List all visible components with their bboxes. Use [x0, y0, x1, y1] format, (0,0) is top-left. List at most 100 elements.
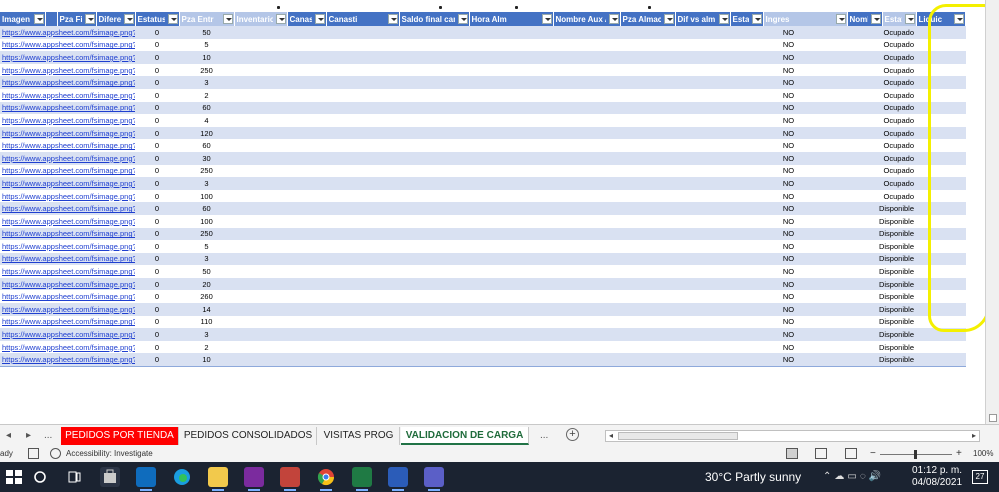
nombre-aux-alm-cell[interactable] — [469, 202, 553, 215]
chrome-icon[interactable] — [316, 467, 336, 491]
canastilla-cell[interactable] — [234, 265, 287, 278]
macro-record-icon[interactable] — [28, 448, 39, 459]
canastilla2-cell[interactable] — [287, 38, 326, 52]
page-layout-icon[interactable] — [815, 448, 827, 459]
pza-entr-cell[interactable]: 0 — [135, 202, 179, 215]
col-header-ingres[interactable]: Ingres — [763, 12, 848, 26]
saldo-final-cell[interactable] — [326, 214, 399, 228]
image-link-cell[interactable]: https://www.appsheet.com/fsimage.png?tab… — [0, 328, 135, 341]
estatus-cell[interactable]: Ocupado — [847, 76, 916, 89]
dif-vs-alm-cell[interactable] — [620, 303, 675, 316]
estatus-cell[interactable]: Disponible — [847, 265, 916, 278]
estatus-cell[interactable]: Ocupado — [847, 26, 916, 39]
ingres-cell[interactable]: NO — [730, 227, 847, 241]
outlook-icon[interactable] — [136, 467, 156, 491]
saldo-final-cell[interactable] — [326, 151, 399, 165]
pza-almacen-cell[interactable] — [553, 139, 620, 152]
pza-almacen-cell[interactable] — [553, 340, 620, 354]
hora-alm-cell[interactable] — [399, 189, 469, 203]
estatus-vali-cell[interactable] — [675, 101, 730, 115]
nombre-aux-alm-cell[interactable] — [469, 290, 553, 304]
ingres-cell[interactable]: NO — [730, 63, 847, 77]
pza-almacen-cell[interactable] — [553, 328, 620, 341]
canastilla-cell[interactable] — [234, 340, 287, 354]
inventario-cell[interactable]: 100 — [179, 189, 234, 203]
hora-alm-cell[interactable] — [399, 38, 469, 52]
pza-entr-cell[interactable]: 0 — [135, 277, 179, 291]
estatus-cell[interactable]: Ocupado — [847, 114, 916, 127]
nombre-aux-alm-cell[interactable] — [469, 164, 553, 178]
canastilla-cell[interactable] — [234, 353, 287, 367]
inventario-cell[interactable]: 250 — [179, 227, 234, 241]
image-link-cell[interactable]: https://www.appsheet.com/fsimage.png?tab… — [0, 51, 135, 64]
notification-icon[interactable]: 27 — [972, 470, 988, 484]
estatus-vali-cell[interactable] — [675, 353, 730, 367]
inventario-cell[interactable]: 110 — [179, 315, 234, 329]
dif-vs-alm-cell[interactable] — [620, 328, 675, 341]
ingres-cell[interactable]: NO — [730, 38, 847, 52]
inventario-cell[interactable]: 14 — [179, 303, 234, 316]
nombre-aux-alm-cell[interactable] — [469, 252, 553, 266]
saldo-final-cell[interactable] — [326, 177, 399, 190]
nombre-aux-alm-cell[interactable] — [469, 151, 553, 165]
saldo-final-cell[interactable] — [326, 202, 399, 215]
filter-dropdown-icon[interactable] — [904, 14, 915, 24]
dif-vs-alm-cell[interactable] — [620, 202, 675, 215]
pza-entr-cell[interactable]: 0 — [135, 353, 179, 367]
canastilla2-cell[interactable] — [287, 240, 326, 253]
saldo-final-cell[interactable] — [326, 38, 399, 52]
estatus-vali-cell[interactable] — [675, 303, 730, 316]
estatus-vali-cell[interactable] — [675, 265, 730, 278]
nombre-aux-alm-cell[interactable] — [469, 126, 553, 140]
nombre-aux-alm-cell[interactable] — [469, 114, 553, 127]
hora-alm-cell[interactable] — [399, 177, 469, 190]
scroll-down-icon[interactable] — [989, 414, 997, 422]
canastilla-cell[interactable] — [234, 88, 287, 102]
pza-almacen-cell[interactable] — [553, 164, 620, 178]
pza-entr-cell[interactable]: 0 — [135, 114, 179, 127]
estatus-vali-cell[interactable] — [675, 88, 730, 102]
pza-almacen-cell[interactable] — [553, 277, 620, 291]
zoom-in-button[interactable]: + — [956, 448, 962, 459]
hora-alm-cell[interactable] — [399, 227, 469, 241]
ingres-cell[interactable]: NO — [730, 126, 847, 140]
dif-vs-alm-cell[interactable] — [620, 315, 675, 329]
canastilla-cell[interactable] — [234, 151, 287, 165]
image-link-cell[interactable]: https://www.appsheet.com/fsimage.png?tab… — [0, 38, 135, 52]
more-sheets-right[interactable]: ... — [540, 430, 548, 441]
nombre-aux-alm-cell[interactable] — [469, 76, 553, 89]
pza-entr-cell[interactable]: 0 — [135, 227, 179, 241]
pza-almacen-cell[interactable] — [553, 26, 620, 39]
canastilla-cell[interactable] — [234, 202, 287, 215]
pza-entr-cell[interactable]: 0 — [135, 177, 179, 190]
next-sheet-icon[interactable]: ▸ — [26, 430, 31, 441]
nombre-aux-alm-cell[interactable] — [469, 353, 553, 367]
estatus-cell[interactable]: Ocupado — [847, 164, 916, 178]
canastilla2-cell[interactable] — [287, 88, 326, 102]
saldo-final-cell[interactable] — [326, 139, 399, 152]
estatus-cell[interactable]: Disponible — [847, 202, 916, 215]
dif-vs-alm-cell[interactable] — [620, 340, 675, 354]
nombre-aux-alm-cell[interactable] — [469, 265, 553, 278]
pza-entr-cell[interactable]: 0 — [135, 139, 179, 152]
ingres-cell[interactable]: NO — [730, 26, 847, 39]
store-icon[interactable] — [100, 467, 120, 487]
inventario-cell[interactable]: 3 — [179, 252, 234, 266]
hora-alm-cell[interactable] — [399, 290, 469, 304]
pza-entr-cell[interactable]: 0 — [135, 51, 179, 64]
nombre-aux-alm-cell[interactable] — [469, 277, 553, 291]
canastilla2-cell[interactable] — [287, 214, 326, 228]
pza-almacen-cell[interactable] — [553, 101, 620, 115]
canastilla-cell[interactable] — [234, 126, 287, 140]
dif-vs-alm-cell[interactable] — [620, 265, 675, 278]
canastilla2-cell[interactable] — [287, 189, 326, 203]
inventario-cell[interactable]: 2 — [179, 340, 234, 354]
canastilla-cell[interactable] — [234, 51, 287, 64]
canastilla-cell[interactable] — [234, 114, 287, 127]
estatus-cell[interactable]: Disponible — [847, 315, 916, 329]
ingres-cell[interactable]: NO — [730, 265, 847, 278]
estatus-vali-cell[interactable] — [675, 177, 730, 190]
hora-alm-cell[interactable] — [399, 151, 469, 165]
canastilla-cell[interactable] — [234, 277, 287, 291]
saldo-final-cell[interactable] — [326, 227, 399, 241]
